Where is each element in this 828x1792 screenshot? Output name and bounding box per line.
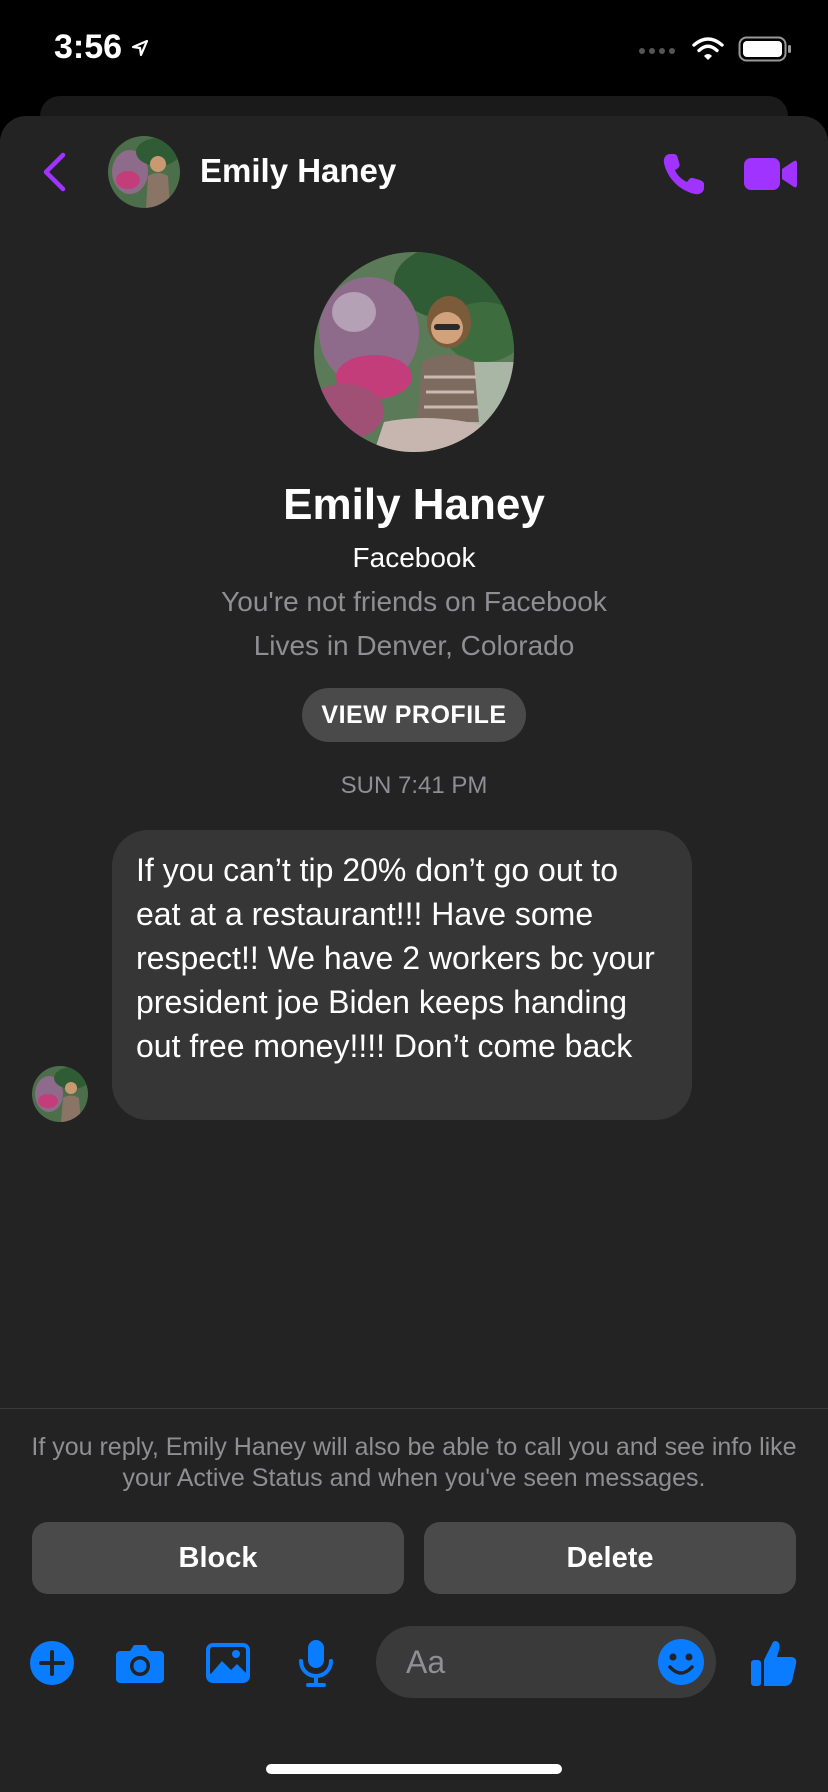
conversation-header: Emily Haney <box>0 116 828 228</box>
gallery-button[interactable] <box>203 1638 253 1688</box>
header-avatar[interactable] <box>108 136 180 208</box>
chevron-left-icon <box>43 152 66 192</box>
message-input-placeholder: Aa <box>406 1644 446 1680</box>
message-input[interactable]: Aa <box>376 1626 716 1698</box>
video-camera-icon <box>744 158 797 190</box>
sender-photo <box>32 1066 88 1122</box>
message-timestamp: SUN 7:41 PM <box>340 772 488 799</box>
cellular-signal-icon <box>639 48 675 54</box>
profile-location: Lives in Denver, Colorado <box>253 630 575 661</box>
back-button[interactable] <box>36 150 72 194</box>
camera-button[interactable] <box>115 1638 165 1688</box>
contact-photo <box>108 136 180 208</box>
phone-icon <box>663 154 704 195</box>
status-icons <box>638 36 792 62</box>
conversation-sheet: Emily Haney Emily Haney Facebook You're … <box>0 116 828 1792</box>
message-bubble[interactable]: If you can’t tip 20% don’t go out to eat… <box>112 830 692 1120</box>
voice-button[interactable] <box>291 1638 341 1688</box>
battery-icon <box>738 36 791 62</box>
call-button[interactable] <box>660 150 708 198</box>
status-time: 3:56 <box>54 28 150 67</box>
plus-icon <box>30 1641 74 1685</box>
microphone-icon <box>299 1640 333 1687</box>
composer-bar: Aa <box>0 1622 828 1702</box>
reply-notice: If you reply, Emily Haney will also be a… <box>31 1433 797 1492</box>
profile-name: Emily Haney <box>283 480 545 529</box>
location-arrow-icon <box>131 39 149 56</box>
contact-name[interactable]: Emily Haney <box>200 152 396 190</box>
like-button[interactable] <box>749 1638 799 1688</box>
add-button[interactable] <box>27 1638 77 1688</box>
delete-button[interactable]: Delete <box>424 1522 796 1594</box>
thumbs-up-icon <box>751 1640 797 1686</box>
profile-avatar[interactable] <box>314 252 514 452</box>
camera-icon <box>116 1645 164 1683</box>
video-call-button[interactable] <box>742 152 798 196</box>
emoji-icon[interactable] <box>656 1637 706 1687</box>
clock-label: 3:56 <box>54 28 123 66</box>
home-indicator[interactable] <box>266 1764 562 1774</box>
profile-photo <box>314 252 514 452</box>
profile-source: Facebook <box>352 542 476 573</box>
wifi-icon <box>692 37 724 60</box>
message-sender-avatar[interactable] <box>32 1066 88 1122</box>
photo-icon <box>206 1643 250 1683</box>
view-profile-button[interactable]: VIEW PROFILE <box>302 688 526 742</box>
friend-status: You're not friends on Facebook <box>221 586 607 617</box>
divider <box>0 1408 828 1409</box>
block-button[interactable]: Block <box>32 1522 404 1594</box>
status-bar: 3:56 <box>0 0 828 100</box>
